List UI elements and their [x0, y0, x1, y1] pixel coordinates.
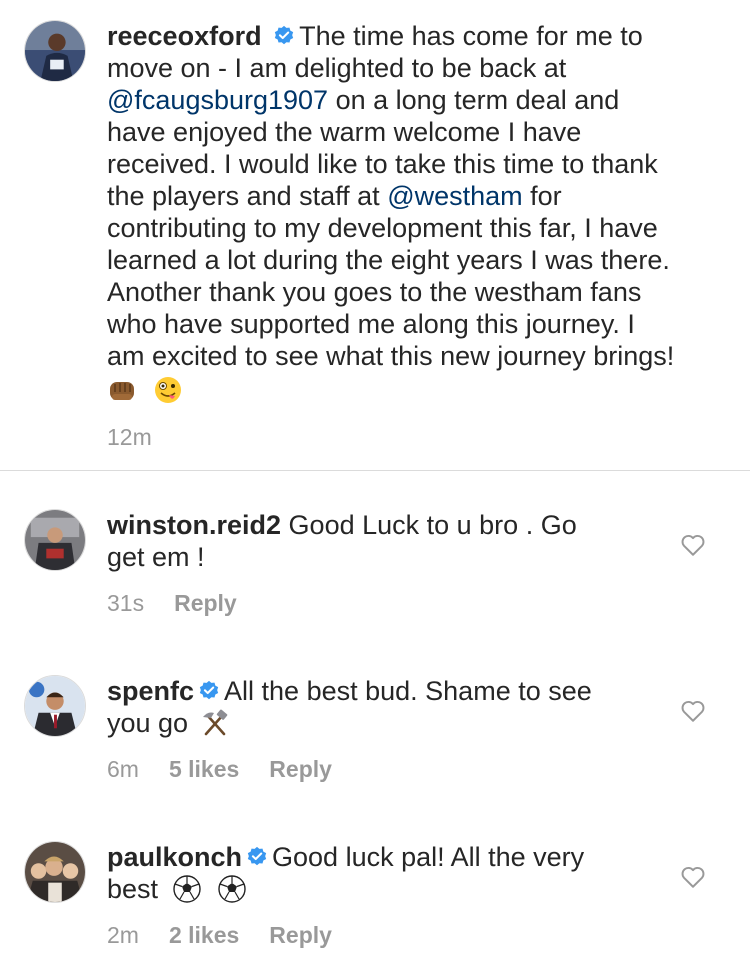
avatar-reeceoxford[interactable]: [24, 20, 86, 82]
caption-line: for: [522, 181, 562, 211]
reply-button[interactable]: Reply: [269, 756, 332, 783]
caption-line: The time has come for me to: [299, 21, 643, 51]
reply-button[interactable]: Reply: [269, 922, 332, 949]
profile-photo: [25, 510, 85, 570]
profile-photo: [25, 842, 85, 902]
comment-timestamp: 2m: [107, 922, 139, 948]
caption-line: learned a lot during the eight years I w…: [107, 245, 670, 275]
caption-line: am excited to see what this new journey …: [107, 341, 675, 371]
caption-timestamp: 12m: [107, 424, 152, 450]
divider: [0, 470, 750, 471]
caption-line: Another thank you goes to the westham fa…: [107, 277, 642, 307]
avatar-spenfc[interactable]: [24, 675, 86, 737]
profile-photo: [25, 676, 85, 736]
soccer-ball-emoji: [172, 875, 201, 903]
reply-button[interactable]: Reply: [174, 590, 237, 617]
comment-text: spenfc All the best bud. Shame to see yo…: [107, 675, 592, 739]
comment-body: Good Luck to u bro . Go: [288, 510, 577, 540]
comment-text: winston.reid2 Good Luck to u bro . Go ge…: [107, 509, 577, 573]
comment-username[interactable]: spenfc: [107, 676, 194, 706]
likes-count[interactable]: 2 likes: [169, 922, 239, 949]
avatar-winston-reid2[interactable]: [24, 509, 86, 571]
avatar-paulkonch[interactable]: [24, 841, 86, 903]
mention-fcaugsburg1907[interactable]: @fcaugsburg1907: [107, 85, 328, 115]
verified-badge-icon: [274, 25, 294, 45]
verified-badge-icon: [247, 846, 267, 866]
comment-timestamp: 31s: [107, 590, 145, 616]
like-heart-icon[interactable]: [680, 698, 706, 724]
caption-text: reeceoxford The time has come for me to …: [107, 20, 674, 406]
comment-meta: 6m 5 likes Reply: [107, 756, 362, 783]
comment-timestamp: 6m: [107, 756, 139, 782]
post-caption: reeceoxford The time has come for me to …: [0, 0, 750, 470]
comment-body: best: [107, 874, 159, 904]
caption-line: move on - I am delighted to be back at: [107, 53, 567, 83]
comment-text: paulkonch Good luck pal! All the very be…: [107, 841, 584, 905]
likes-count[interactable]: 5 likes: [169, 756, 239, 783]
caption-line: received. I would like to take this time…: [107, 149, 658, 179]
hammer-and-pick-emoji: [202, 709, 227, 736]
comment-body: Good luck pal! All the very: [272, 842, 585, 872]
caption-line: who have supported me along this journey…: [107, 309, 635, 339]
caption-line: contributing to my development this far,…: [107, 213, 658, 243]
comment-username[interactable]: paulkonch: [107, 842, 242, 872]
comment-body: All the best bud. Shame to see: [224, 676, 592, 706]
soccer-ball-emoji: [218, 875, 246, 903]
verified-badge-icon: [199, 680, 219, 700]
comment-body: get em !: [107, 542, 205, 572]
caption-username[interactable]: reeceoxford: [107, 21, 262, 51]
caption-line: on a long term deal and: [328, 85, 620, 115]
comment-meta: 31s Reply: [107, 590, 267, 617]
mention-westham[interactable]: @westham: [387, 181, 522, 211]
caption-line: the players and staff at: [107, 181, 388, 211]
comment-body: you go: [107, 708, 189, 738]
caption-line: have enjoyed the warm welcome I have: [107, 117, 582, 147]
comment-username[interactable]: winston.reid2: [107, 510, 281, 540]
like-heart-icon[interactable]: [680, 532, 706, 558]
zany-face-emoji: [154, 377, 181, 403]
caption-meta: 12m: [107, 424, 182, 451]
fist-bump-emoji: [110, 382, 134, 400]
like-heart-icon[interactable]: [680, 864, 706, 890]
profile-photo: [25, 21, 85, 81]
comment-meta: 2m 2 likes Reply: [107, 922, 362, 949]
